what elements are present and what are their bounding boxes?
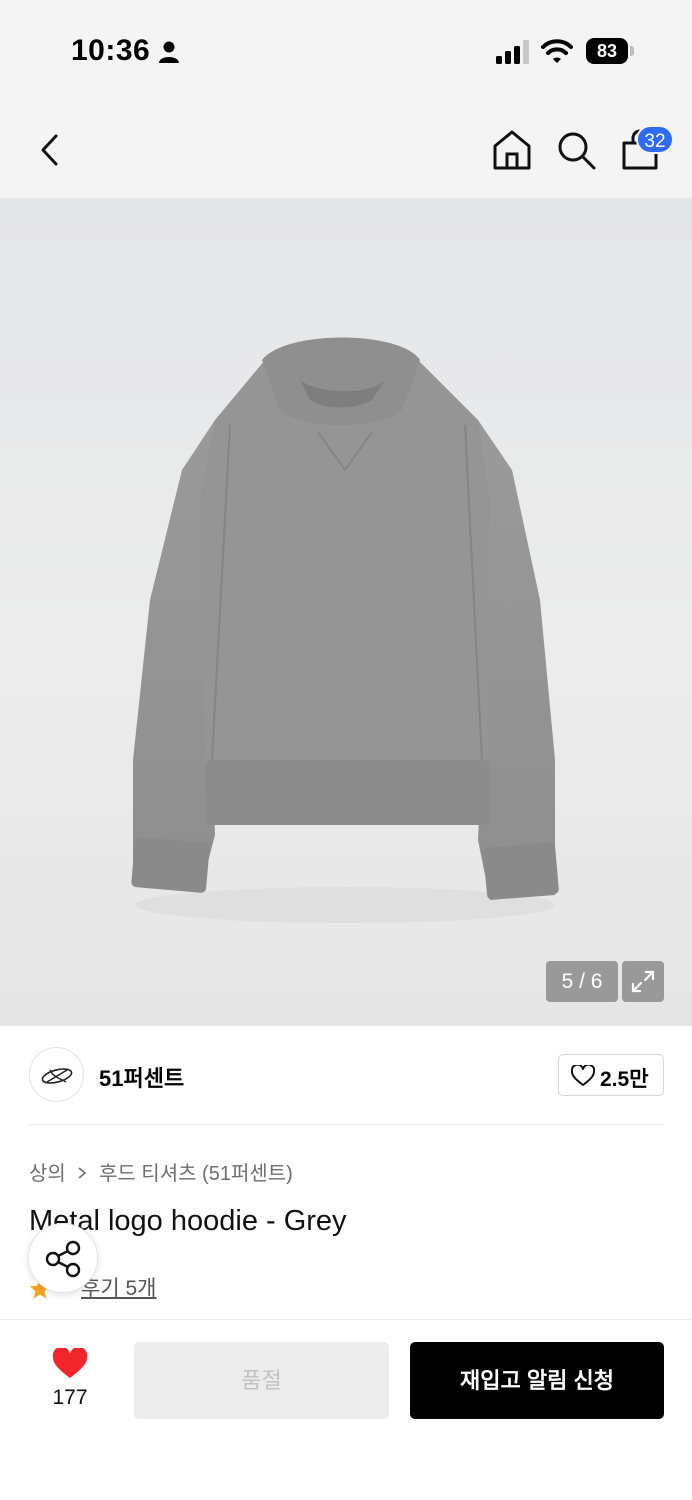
- share-icon: [45, 1240, 81, 1278]
- product-image[interactable]: [0, 198, 692, 1026]
- brand-logo-icon: [41, 1068, 73, 1084]
- home-icon[interactable]: [490, 128, 534, 172]
- status-bar: 10:36 83: [0, 0, 692, 100]
- person-icon: [159, 41, 179, 63]
- expand-button[interactable]: [622, 961, 664, 1002]
- hoodie-illustration: [131, 337, 559, 923]
- breadcrumb-subcategory[interactable]: 후드 티셔츠 (51퍼센트): [99, 1163, 293, 1185]
- soldout-button[interactable]: 품절: [134, 1342, 389, 1419]
- share-button[interactable]: [28, 1223, 98, 1293]
- signal-icon: [496, 40, 529, 64]
- brand-logo[interactable]: [29, 1047, 84, 1102]
- brand-like-button[interactable]: 2.5만: [558, 1054, 664, 1096]
- battery-level: 83: [586, 38, 628, 64]
- restock-alert-button[interactable]: 재입고 알림 신청: [410, 1342, 664, 1419]
- battery-cap: [630, 46, 634, 56]
- section-divider: [29, 1124, 664, 1125]
- chevron-right-icon: [77, 1163, 87, 1186]
- breadcrumb: 상의 후드 티셔츠 (51퍼센트): [29, 1157, 293, 1186]
- brand-like-count: 2.5만: [600, 1068, 649, 1091]
- top-nav-bar: [0, 100, 692, 198]
- wish-count: 177: [52, 1386, 88, 1409]
- heart-outline-icon: [571, 1065, 595, 1086]
- breadcrumb-category[interactable]: 상의: [29, 1163, 66, 1185]
- wish-button[interactable]: 177: [40, 1344, 100, 1414]
- wifi-icon: [541, 39, 573, 63]
- image-counter: 5 / 6: [546, 961, 618, 1002]
- back-icon[interactable]: [32, 128, 68, 172]
- status-time: 10:36: [71, 34, 151, 67]
- heart-filled-icon: [52, 1348, 88, 1378]
- expand-icon: [631, 970, 655, 993]
- brand-name[interactable]: 51퍼센트: [99, 1061, 184, 1093]
- battery-indicator: 83: [586, 38, 634, 64]
- cart-count-badge[interactable]: 32: [636, 125, 674, 154]
- search-icon[interactable]: [554, 128, 598, 172]
